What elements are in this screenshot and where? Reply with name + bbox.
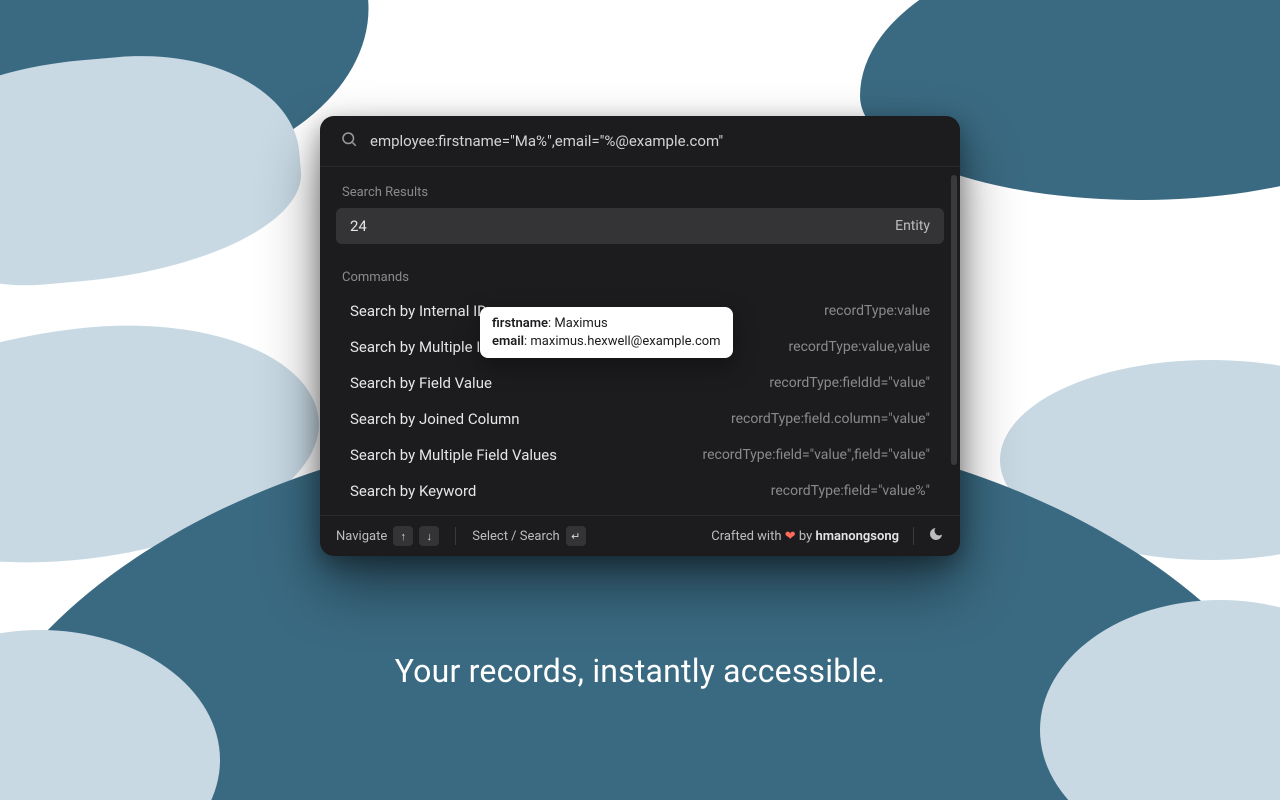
command-search-by-multiple-field-values[interactable]: Search by Multiple Field Values recordTy… bbox=[330, 437, 950, 473]
command-syntax: recordType:fieldId="value" bbox=[769, 375, 930, 391]
scrollbar[interactable] bbox=[951, 175, 957, 465]
command-name: Search by Field Value bbox=[350, 374, 492, 392]
credit-text: Crafted with ❤ by hmanongsong bbox=[711, 529, 899, 544]
command-syntax: recordType:value bbox=[824, 303, 930, 319]
results-section-label: Search Results bbox=[330, 181, 950, 208]
command-search-by-keyword[interactable]: Search by Keyword recordType:field="valu… bbox=[330, 473, 950, 509]
command-name: Search by Joined Column bbox=[350, 410, 520, 428]
tagline-text: Your records, instantly accessible. bbox=[0, 652, 1280, 690]
command-syntax: recordType:value,value bbox=[789, 339, 930, 355]
footer-divider bbox=[913, 527, 914, 545]
result-type: Entity bbox=[895, 218, 930, 234]
result-tooltip: firstname: Maximus email: maximus.hexwel… bbox=[480, 307, 733, 358]
palette-footer: Navigate ↑ ↓ Select / Search ↵ Crafted w… bbox=[320, 515, 960, 556]
credit-author: hmanongsong bbox=[815, 529, 899, 544]
command-syntax: recordType:field="value%" bbox=[771, 483, 930, 499]
theme-toggle[interactable] bbox=[928, 526, 944, 546]
footer-left: Navigate ↑ ↓ Select / Search ↵ bbox=[336, 526, 586, 546]
commands-section: Commands Search by Internal ID recordTyp… bbox=[330, 266, 950, 509]
tooltip-firstname-value: : Maximus bbox=[548, 316, 608, 331]
arrow-down-key-icon: ↓ bbox=[419, 526, 439, 546]
command-search-by-field-value[interactable]: Search by Field Value recordType:fieldId… bbox=[330, 365, 950, 401]
credit-prefix: Crafted with bbox=[711, 529, 784, 544]
credit-by: by bbox=[796, 529, 816, 544]
commands-section-label: Commands bbox=[330, 266, 950, 293]
palette-body: Search Results 24 Entity firstname: Maxi… bbox=[320, 167, 960, 515]
tooltip-email-value: : maximus.hexwell@example.com bbox=[524, 334, 721, 349]
navigate-hint: Navigate ↑ ↓ bbox=[336, 526, 439, 546]
command-name: Search by Multiple Field Values bbox=[350, 446, 557, 464]
heart-icon: ❤ bbox=[785, 529, 796, 544]
command-search-by-joined-column[interactable]: Search by Joined Column recordType:field… bbox=[330, 401, 950, 437]
search-icon bbox=[340, 130, 358, 152]
tooltip-firstname-label: firstname bbox=[492, 316, 548, 331]
navigate-label: Navigate bbox=[336, 529, 387, 544]
search-input[interactable] bbox=[370, 132, 940, 150]
select-hint: Select / Search ↵ bbox=[472, 526, 585, 546]
command-syntax: recordType:field.column="value" bbox=[731, 411, 930, 427]
select-label: Select / Search bbox=[472, 529, 559, 544]
command-name: Search by Internal ID bbox=[350, 302, 487, 320]
footer-divider bbox=[455, 527, 456, 545]
arrow-up-key-icon: ↑ bbox=[393, 526, 413, 546]
command-syntax: recordType:field="value",field="value" bbox=[702, 447, 930, 463]
footer-right: Crafted with ❤ by hmanongsong bbox=[711, 526, 944, 546]
enter-key-icon: ↵ bbox=[566, 526, 586, 546]
result-id: 24 bbox=[350, 217, 367, 235]
search-row bbox=[320, 116, 960, 167]
search-result-row[interactable]: 24 Entity bbox=[336, 208, 944, 244]
command-name: Search by Keyword bbox=[350, 482, 476, 500]
tooltip-email-label: email bbox=[492, 334, 524, 349]
command-palette: Search Results 24 Entity firstname: Maxi… bbox=[320, 116, 960, 556]
